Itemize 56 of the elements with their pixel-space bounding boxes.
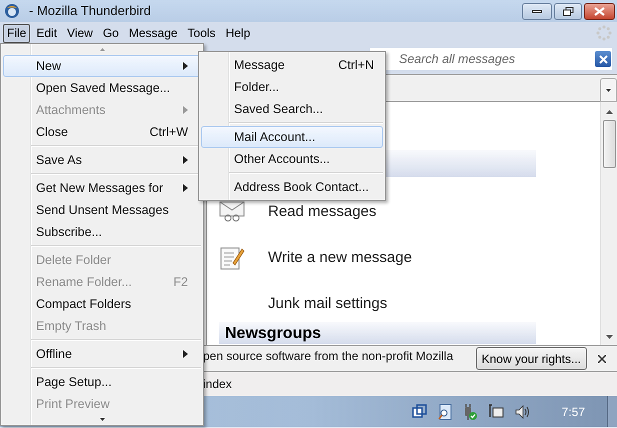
window-title: - Mozilla Thunderbird [29,2,151,20]
loading-spinner-icon [596,25,612,41]
action-link[interactable]: Write a new message [268,249,412,267]
menu-item[interactable]: Offline [3,343,201,365]
know-rights-button[interactable]: Know your rights... [476,347,587,370]
minimize-button[interactable] [522,2,552,20]
menu-title[interactable]: Tools [184,24,220,42]
speaker-icon[interactable] [514,404,530,420]
menu-item[interactable]: Mail Account... [201,126,383,148]
scroll-down-icon[interactable] [100,418,104,420]
close-notification-icon[interactable] [598,354,606,362]
menu-item[interactable]: Folder... [201,76,383,98]
menu-title[interactable]: View [63,24,97,42]
menu-title[interactable]: Go [98,24,123,42]
notification-text: pen source software from the non-profit Mozilla [203,348,454,364]
menu-item[interactable]: Save As [3,149,201,171]
menu-item[interactable]: Open Saved Message... [3,77,201,99]
document-search-icon[interactable] [438,404,452,420]
menu-item[interactable]: Close Ctrl+W [3,121,201,143]
clear-search-icon[interactable] [595,51,611,67]
scrollbar[interactable] [600,102,617,345]
network-monitor-icon[interactable] [488,404,504,420]
caret-icon [606,88,611,92]
menu-item[interactable]: Send Unsent Messages [3,199,201,221]
close-button[interactable] [584,2,615,20]
menu-item[interactable]: New [3,55,201,77]
submenu-arrow-icon [183,350,188,358]
submenu-arrow-icon [183,156,188,164]
network-windows-icon[interactable] [412,404,428,420]
menu-title[interactable]: Edit [32,24,62,42]
submenu-arrow-icon [183,62,188,70]
scrollbar-thumb[interactable] [602,120,616,168]
menu-item[interactable]: Page Setup... [3,371,201,393]
menu-item[interactable]: Other Accounts... [201,148,383,170]
menu-title[interactable]: File [3,24,30,42]
scroll-up-icon[interactable] [606,110,612,114]
submenu-arrow-icon [183,106,188,114]
action-link[interactable]: Junk mail settings [268,295,388,313]
notepad-pencil-icon [219,245,245,271]
thunderbird-logo-icon [4,3,20,19]
submenu-arrow-icon [183,184,188,192]
close-icon [594,6,605,16]
scroll-down-icon[interactable] [606,335,612,339]
menu-item[interactable]: Subscribe... [3,221,201,243]
action-link[interactable]: Read messages [268,203,376,221]
section-header: Newsgroups [219,322,536,344]
menu-item[interactable]: Get New Messages for [3,177,201,199]
menu-title[interactable]: Help [222,24,254,42]
status-text: index [203,376,232,393]
menu-title[interactable]: Message [124,24,182,42]
menu-item[interactable]: Saved Search... [201,98,383,120]
menu-item[interactable]: Address Book Contact... [201,176,383,198]
search-field[interactable]: Search all messages [399,50,595,68]
restore-button[interactable] [554,2,582,20]
restore-icon [562,6,574,16]
menu-item[interactable]: Compact Folders [3,293,201,315]
